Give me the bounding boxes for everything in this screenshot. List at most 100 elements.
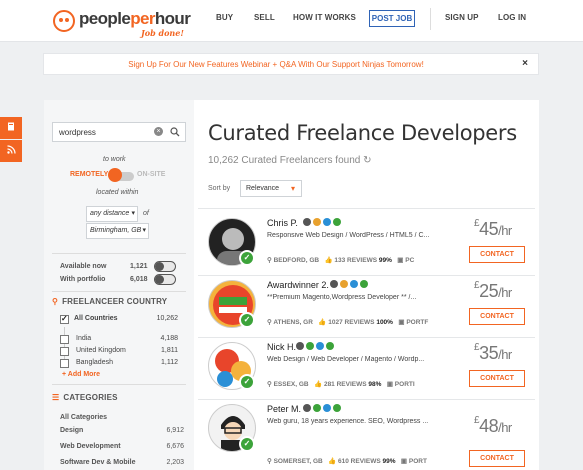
badge-icon bbox=[316, 342, 324, 350]
freelancer-desc: **Premium Magento,Wordpress Developer **… bbox=[267, 294, 417, 301]
badge-icon bbox=[313, 404, 321, 412]
badge-icon bbox=[326, 342, 334, 350]
logo-text: peopleperhour bbox=[79, 9, 191, 28]
category-web-development[interactable]: Web Development 6,676 bbox=[60, 443, 184, 450]
banner-link[interactable]: Sign Up For Our New Features Webinar + Q… bbox=[44, 60, 508, 69]
nav-sell[interactable]: SELL bbox=[254, 13, 275, 22]
location-pin-icon: ⚲ bbox=[52, 297, 59, 306]
badge-icon bbox=[323, 404, 331, 412]
logo-tagline: Job done! bbox=[141, 28, 184, 38]
sidebar-divider bbox=[52, 291, 186, 292]
sign-up-link[interactable]: SIGN UP bbox=[445, 13, 479, 22]
verified-check-icon: ✓ bbox=[239, 250, 255, 266]
logo[interactable]: peopleperhour Job done! bbox=[53, 9, 191, 38]
banner-close-icon[interactable]: × bbox=[522, 58, 528, 69]
with-portfolio-count: 6,018 bbox=[130, 276, 148, 283]
freelancer-name[interactable]: Peter M. bbox=[267, 404, 301, 414]
clear-search-icon[interactable]: × bbox=[154, 127, 163, 136]
to-work-label: to work bbox=[103, 156, 126, 163]
category-software-dev[interactable]: Software Dev & Mobile 2,203 bbox=[60, 459, 184, 466]
freelancer-card[interactable]: ✓ Awardwinner 2. **Premium Magento,Wordp… bbox=[198, 276, 535, 338]
uk-checkbox[interactable] bbox=[60, 347, 69, 356]
verified-check-icon: ✓ bbox=[239, 374, 255, 390]
sidebar-divider bbox=[52, 253, 186, 254]
announcement-banner: Sign Up For Our New Features Webinar + Q… bbox=[43, 53, 539, 75]
sort-label: Sort by bbox=[208, 185, 231, 192]
rss-tab[interactable] bbox=[0, 140, 22, 162]
all-categories-option[interactable]: All Categories bbox=[60, 414, 184, 421]
toggle-knob[interactable] bbox=[108, 168, 122, 182]
freelancer-desc: Web guru, 18 years experience. SEO, Word… bbox=[267, 418, 429, 425]
freelancer-card[interactable]: ✓ Peter M. Web guru, 18 years experience… bbox=[198, 400, 535, 470]
all-countries-option[interactable]: All Countries 10,262 bbox=[74, 315, 178, 322]
badges bbox=[303, 404, 341, 412]
badge-icon bbox=[340, 280, 348, 288]
located-within-label: located within bbox=[96, 189, 139, 196]
rss-icon bbox=[6, 145, 16, 154]
sort-select[interactable]: Relevance ▾ bbox=[240, 180, 302, 197]
badge-icon bbox=[333, 218, 341, 226]
with-portfolio-toggle[interactable] bbox=[154, 274, 176, 285]
list-icon: ☰ bbox=[52, 393, 60, 402]
nav-how-it-works[interactable]: HOW IT WORKS bbox=[293, 13, 356, 22]
country-option-uk[interactable]: United Kingdom 1,811 bbox=[76, 347, 178, 354]
category-design[interactable]: Design 6,912 bbox=[60, 427, 184, 434]
log-in-link[interactable]: LOG IN bbox=[498, 13, 526, 22]
country-heading: ⚲ FREELANCEER COUNTRY bbox=[52, 297, 168, 306]
nav-buy[interactable]: BUY bbox=[216, 13, 233, 22]
logo-face-icon bbox=[53, 10, 75, 32]
all-countries-checkbox[interactable] bbox=[60, 314, 69, 324]
results-count: 10,262 Curated Freelancers found ↻ bbox=[208, 155, 372, 166]
contact-button[interactable]: CONTACT bbox=[469, 370, 525, 387]
top-header: peopleperhour Job done! BUY SELL HOW IT … bbox=[0, 0, 583, 42]
badge-icon bbox=[360, 280, 368, 288]
contact-button[interactable]: CONTACT bbox=[469, 450, 525, 467]
freelancer-card[interactable]: ✓ Chris P. Responsive Web Design / WordP… bbox=[198, 214, 535, 276]
freelancer-desc: Web Design / Web Developer / Magento / W… bbox=[267, 356, 425, 363]
bookmark-tab[interactable] bbox=[0, 117, 22, 139]
chevron-down-icon: ▾ bbox=[290, 184, 295, 193]
search-value: wordpress bbox=[59, 128, 96, 137]
distance-select[interactable]: any distance bbox=[86, 206, 138, 222]
badges bbox=[330, 280, 368, 288]
location-select[interactable]: Birmingham, GB bbox=[86, 223, 149, 239]
with-portfolio-label: With portfolio bbox=[60, 276, 106, 283]
country-option-bangladesh[interactable]: Bangladesh 1,112 bbox=[76, 359, 178, 366]
badges bbox=[296, 342, 334, 350]
refresh-icon[interactable]: ↻ bbox=[363, 155, 371, 166]
badge-icon bbox=[333, 404, 341, 412]
freelancer-card[interactable]: ✓ Nick H. Web Design / Web Developer / M… bbox=[198, 338, 535, 400]
freelancer-name[interactable]: Awardwinner 2. bbox=[267, 280, 329, 290]
freelancer-meta: ⚲ ESSEX, GB 👍 281 REVIEWS 98% ▣ PORTI bbox=[267, 381, 415, 388]
badge-icon bbox=[323, 218, 331, 226]
available-now-toggle[interactable] bbox=[154, 261, 176, 272]
badge-icon bbox=[303, 218, 311, 226]
contact-button[interactable]: CONTACT bbox=[469, 246, 525, 263]
freelancer-name[interactable]: Nick H. bbox=[267, 342, 296, 352]
search-icon[interactable] bbox=[170, 127, 180, 137]
search-input[interactable]: wordpress × bbox=[52, 122, 186, 142]
badges bbox=[303, 218, 341, 226]
badge-icon bbox=[313, 218, 321, 226]
add-more-countries-link[interactable]: + Add More bbox=[62, 371, 100, 378]
remotely-label[interactable]: REMOTELY bbox=[70, 171, 108, 178]
nav-separator bbox=[430, 8, 431, 30]
list-divider bbox=[198, 208, 535, 209]
available-now-label: Available now bbox=[60, 263, 107, 270]
onsite-label[interactable]: ON-SITE bbox=[137, 171, 165, 178]
post-job-button[interactable]: POST JOB bbox=[369, 10, 415, 27]
sidebar-divider bbox=[52, 384, 186, 385]
verified-check-icon: ✓ bbox=[239, 312, 255, 328]
freelancer-desc: Responsive Web Design / WordPress / HTML… bbox=[267, 232, 430, 239]
freelancer-name[interactable]: Chris P. bbox=[267, 218, 298, 228]
hourly-rate: £45/hr bbox=[474, 218, 512, 239]
page-title: Curated Freelance Developers bbox=[208, 121, 517, 145]
contact-button[interactable]: CONTACT bbox=[469, 308, 525, 325]
available-now-count: 1,121 bbox=[130, 263, 148, 270]
verified-check-icon: ✓ bbox=[239, 436, 255, 452]
hourly-rate: £25/hr bbox=[474, 280, 512, 301]
hourly-rate: £35/hr bbox=[474, 342, 512, 363]
bangladesh-checkbox[interactable] bbox=[60, 359, 69, 368]
country-option-india[interactable]: India 4,188 bbox=[76, 335, 178, 342]
india-checkbox[interactable] bbox=[60, 335, 69, 344]
